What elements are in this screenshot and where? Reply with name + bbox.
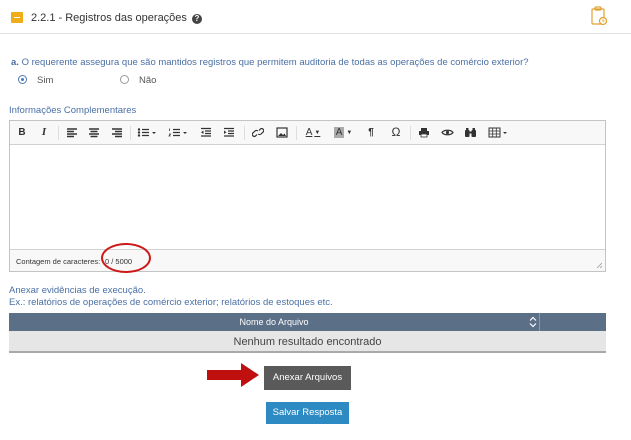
question-text: a. O requerente assegura que são mantido… (11, 57, 529, 68)
indent-icon[interactable] (223, 125, 235, 140)
save-answer-button[interactable]: Salvar Resposta (266, 402, 349, 424)
table-icon[interactable] (488, 125, 510, 140)
link-icon[interactable] (252, 125, 264, 140)
column-header-file-name[interactable]: Nome do Arquivo (9, 313, 540, 331)
radio-nao-label: Não (139, 75, 157, 86)
text-color-button[interactable]: A ▼ (303, 125, 323, 140)
section-title: 2.2.1 - Registros das operações ? (31, 12, 202, 24)
outdent-icon[interactable] (200, 125, 212, 140)
special-char-button[interactable]: Ω (390, 125, 402, 140)
editor-content-area[interactable] (10, 145, 605, 249)
align-center-icon[interactable] (88, 125, 100, 140)
help-icon[interactable]: ? (191, 14, 202, 24)
editor-toolbar: B I A ▼ A ▼ ¶ Ω (10, 121, 605, 145)
paragraph-button[interactable]: ¶ (366, 125, 376, 140)
files-table-header: Nome do Arquivo (9, 313, 606, 331)
attach-files-button[interactable]: Anexar Arquivos (264, 366, 351, 390)
section-title-text: 2.2.1 - Registros das operações (31, 12, 187, 24)
bg-color-button[interactable]: A ▼ (332, 125, 354, 140)
column-header-label: Nome do Arquivo (239, 317, 309, 327)
text-color-glyph: A (305, 127, 313, 138)
files-table-empty-row: Nenhum resultado encontrado (9, 331, 606, 353)
radio-unchecked-icon[interactable] (120, 75, 129, 84)
image-icon[interactable] (276, 125, 288, 140)
radio-sim-label: Sim (37, 75, 54, 86)
question-letter: a. (11, 57, 19, 68)
align-left-icon[interactable] (66, 125, 78, 140)
italic-button[interactable]: I (39, 125, 49, 140)
section-header: 2.2.1 - Registros das operações ? (0, 0, 631, 34)
attach-instructions-line1: Anexar evidências de execução. (9, 285, 146, 296)
bg-color-glyph: A (333, 127, 345, 138)
char-count-label: Contagem de caracteres: (16, 257, 101, 266)
editor-statusbar: Contagem de caracteres: 0 / 5000 (10, 249, 605, 271)
attach-instructions-line2: Ex.: relatórios de operações de comércio… (9, 297, 333, 308)
binoculars-icon[interactable] (464, 125, 477, 140)
radio-nao[interactable]: Não (120, 75, 156, 86)
align-right-icon[interactable] (111, 125, 123, 140)
clipboard-clock-icon[interactable] (591, 6, 607, 26)
highlight-ellipse (101, 243, 151, 273)
info-label: Informações Complementares (9, 105, 137, 116)
sort-icon[interactable] (529, 316, 537, 328)
question-body: O requerente assegura que são mantidos r… (21, 57, 529, 68)
rich-text-editor: B I A ▼ A ▼ ¶ Ω Contagem de caracteres: 0 … (9, 120, 606, 272)
radio-checked-icon[interactable] (18, 75, 27, 84)
resize-handle-icon[interactable] (596, 262, 603, 269)
preview-eye-icon[interactable] (441, 125, 454, 140)
collapse-minus-icon[interactable] (11, 12, 23, 23)
print-icon[interactable] (418, 125, 430, 140)
radio-sim[interactable]: Sim (18, 75, 53, 86)
red-arrow-icon (207, 363, 259, 387)
numbered-list-icon[interactable] (168, 125, 188, 140)
bullet-list-icon[interactable] (137, 125, 157, 140)
bold-button[interactable]: B (17, 125, 27, 140)
attach-instructions: Anexar evidências de execução. Ex.: rela… (9, 285, 333, 309)
